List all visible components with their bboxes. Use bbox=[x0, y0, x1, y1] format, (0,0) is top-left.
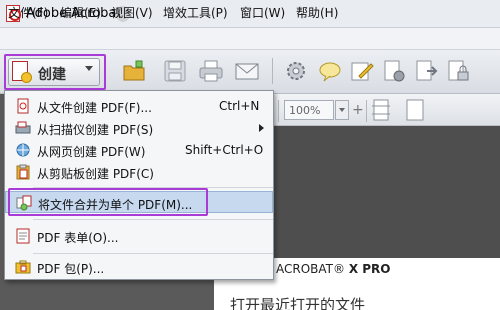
menu-item-shortcut: Ctrl+N bbox=[219, 99, 260, 113]
submenu-arrow-icon bbox=[259, 124, 264, 132]
protect-icon[interactable] bbox=[445, 58, 471, 84]
email-icon[interactable] bbox=[234, 58, 260, 84]
form-icon bbox=[16, 228, 30, 244]
file-pdf-icon bbox=[17, 98, 29, 114]
menu-item-label: 从文件创建 PDF(F)... bbox=[37, 101, 152, 115]
create-highlight-frame bbox=[4, 54, 106, 90]
product-name: ACROBAT bbox=[276, 262, 333, 276]
scanner-icon bbox=[15, 121, 31, 134]
menu-item-shortcut: Shift+Ctrl+O bbox=[185, 143, 264, 157]
menu-item-label: 从剪贴板创建 PDF(C) bbox=[37, 167, 154, 181]
redact-icon[interactable] bbox=[381, 58, 407, 84]
menu-item-label: PDF 表单(O)... bbox=[37, 231, 119, 245]
menu-item-create-from-scanner[interactable]: 从扫描仪创建 PDF(S) bbox=[5, 117, 273, 139]
product-version: X PRO bbox=[348, 262, 391, 276]
zoom-dropdown-icon[interactable] bbox=[335, 100, 349, 120]
print-icon[interactable] bbox=[198, 58, 224, 84]
toolbar-divider bbox=[366, 100, 367, 122]
menu-plugins[interactable]: 增效工具(P) bbox=[163, 4, 228, 21]
menu-window[interactable]: 窗口(W) bbox=[240, 4, 285, 21]
menu-item-label: 从网页创建 PDF(W) bbox=[37, 145, 146, 159]
menu-item-pdf-form[interactable]: PDF 表单(O)... bbox=[5, 225, 273, 247]
settings-icon[interactable] bbox=[283, 58, 309, 84]
menu-separator bbox=[33, 253, 273, 254]
menu-view[interactable]: 视图(V) bbox=[111, 4, 153, 21]
save-icon[interactable] bbox=[162, 58, 188, 84]
menu-item-pdf-portfolio[interactable]: PDF 包(P)... bbox=[5, 256, 273, 278]
fit-width-icon[interactable] bbox=[404, 98, 426, 122]
toolbar-divider bbox=[278, 100, 279, 122]
menu-item-create-from-web[interactable]: 从网页创建 PDF(W) Shift+Ctrl+O bbox=[5, 139, 273, 161]
menu-file[interactable]: 文件(F) bbox=[8, 4, 48, 21]
menu-help[interactable]: 帮助(H) bbox=[296, 4, 338, 21]
open-folder-icon[interactable] bbox=[122, 58, 148, 84]
zoom-input[interactable]: 100% bbox=[284, 100, 334, 120]
sign-icon[interactable] bbox=[349, 58, 375, 84]
web-page-icon bbox=[16, 143, 30, 157]
zoom-in-icon[interactable]: + bbox=[352, 102, 364, 118]
menu-item-create-from-file[interactable]: 从文件创建 PDF(F)... Ctrl+N bbox=[5, 95, 273, 117]
recent-files-heading: 打开最近打开的文件 bbox=[230, 296, 366, 310]
create-dropdown-menu: 从文件创建 PDF(F)... Ctrl+N 从扫描仪创建 PDF(S) 从网页… bbox=[4, 90, 274, 280]
menu-separator bbox=[33, 219, 273, 220]
comment-icon[interactable] bbox=[317, 58, 343, 84]
menu-bar bbox=[0, 28, 500, 50]
menu-edit[interactable]: 编辑(E) bbox=[60, 4, 101, 21]
portfolio-icon bbox=[15, 260, 31, 274]
menu-item-label: PDF 包(P)... bbox=[37, 262, 105, 276]
combine-highlight-frame bbox=[8, 188, 208, 216]
clipboard-icon bbox=[16, 164, 30, 180]
menu-item-create-from-clipboard[interactable]: 从剪贴板创建 PDF(C) bbox=[5, 161, 273, 183]
menu-item-label: 从扫描仪创建 PDF(S) bbox=[37, 123, 154, 137]
toolbar-divider bbox=[272, 58, 273, 84]
product-title: ACROBAT® X PRO bbox=[276, 262, 391, 276]
fit-page-icon[interactable] bbox=[370, 98, 392, 122]
export-icon[interactable] bbox=[413, 58, 439, 84]
